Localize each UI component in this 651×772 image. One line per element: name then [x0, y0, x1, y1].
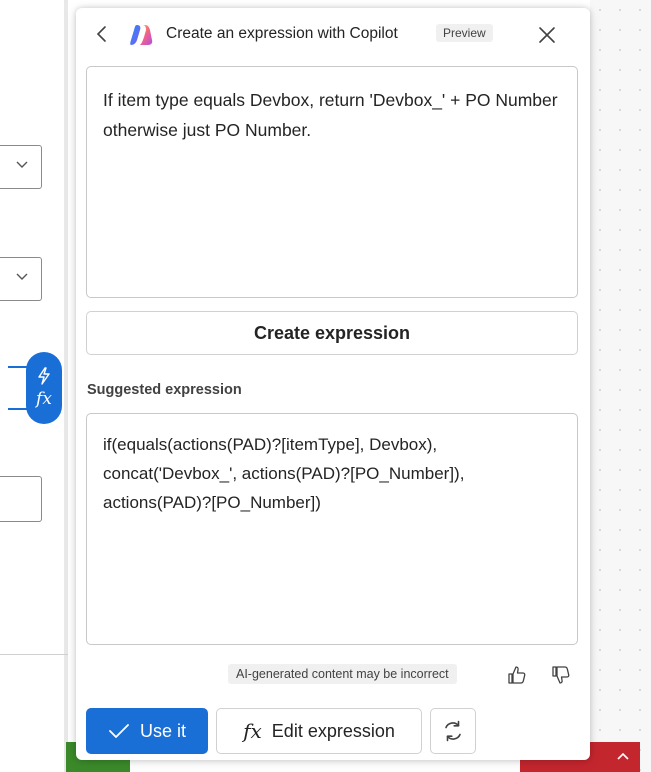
panel-title: Create an expression with Copilot [166, 25, 398, 42]
use-it-button[interactable]: Use it [86, 708, 208, 754]
background-divider [0, 654, 68, 655]
use-it-label: Use it [139, 720, 186, 741]
refresh-button[interactable] [430, 708, 476, 754]
panel-header: Create an expression with Copilot Previe… [76, 8, 590, 62]
preview-badge: Preview [436, 24, 493, 42]
create-expression-button[interactable]: Create expression [86, 311, 578, 355]
panel-divider [64, 0, 68, 772]
checkmark-icon [109, 724, 129, 738]
copilot-expression-panel: Create an expression with Copilot Previe… [76, 8, 590, 760]
suggested-expression-label: Suggested expression [87, 382, 242, 398]
suggested-expression-box[interactable]: if(equals(actions(PAD)?[itemType], Devbo… [86, 413, 578, 645]
expression-line: actions(PAD)?[PO_Number]) [103, 493, 321, 512]
close-icon[interactable] [534, 22, 560, 48]
edit-expression-button[interactable]: fx Edit expression [216, 708, 422, 754]
ai-disclaimer-badge: AI-generated content may be incorrect [228, 664, 457, 684]
refresh-icon [445, 720, 461, 742]
copilot-logo-icon [130, 25, 153, 45]
background-dropdown[interactable] [0, 145, 42, 189]
chevron-left-icon[interactable] [90, 22, 114, 46]
fx-icon: fx [243, 719, 262, 743]
chevron-up-icon [617, 752, 629, 760]
background-dropdown[interactable] [0, 257, 42, 301]
expression-line: concat('Devbox_', actions(PAD)?[PO_Numbe… [103, 464, 465, 483]
expression-line: if(equals(actions(PAD)?[itemType], Devbo… [103, 435, 438, 454]
dynamic-content-toggle[interactable]: fx [8, 352, 62, 424]
lightning-icon[interactable] [36, 367, 52, 385]
designer-canvas [590, 0, 651, 772]
connector-line [8, 366, 30, 368]
edit-expression-label: Edit expression [271, 720, 395, 741]
thumbs-down-icon[interactable] [550, 664, 572, 686]
background-input[interactable] [0, 476, 42, 522]
chevron-down-icon [16, 161, 28, 168]
prompt-input[interactable]: If item type equals Devbox, return 'Devb… [86, 66, 578, 298]
fx-icon[interactable]: fx [36, 389, 52, 409]
thumbs-up-icon[interactable] [506, 664, 528, 686]
chevron-down-icon [16, 273, 28, 280]
connector-line [8, 408, 30, 410]
